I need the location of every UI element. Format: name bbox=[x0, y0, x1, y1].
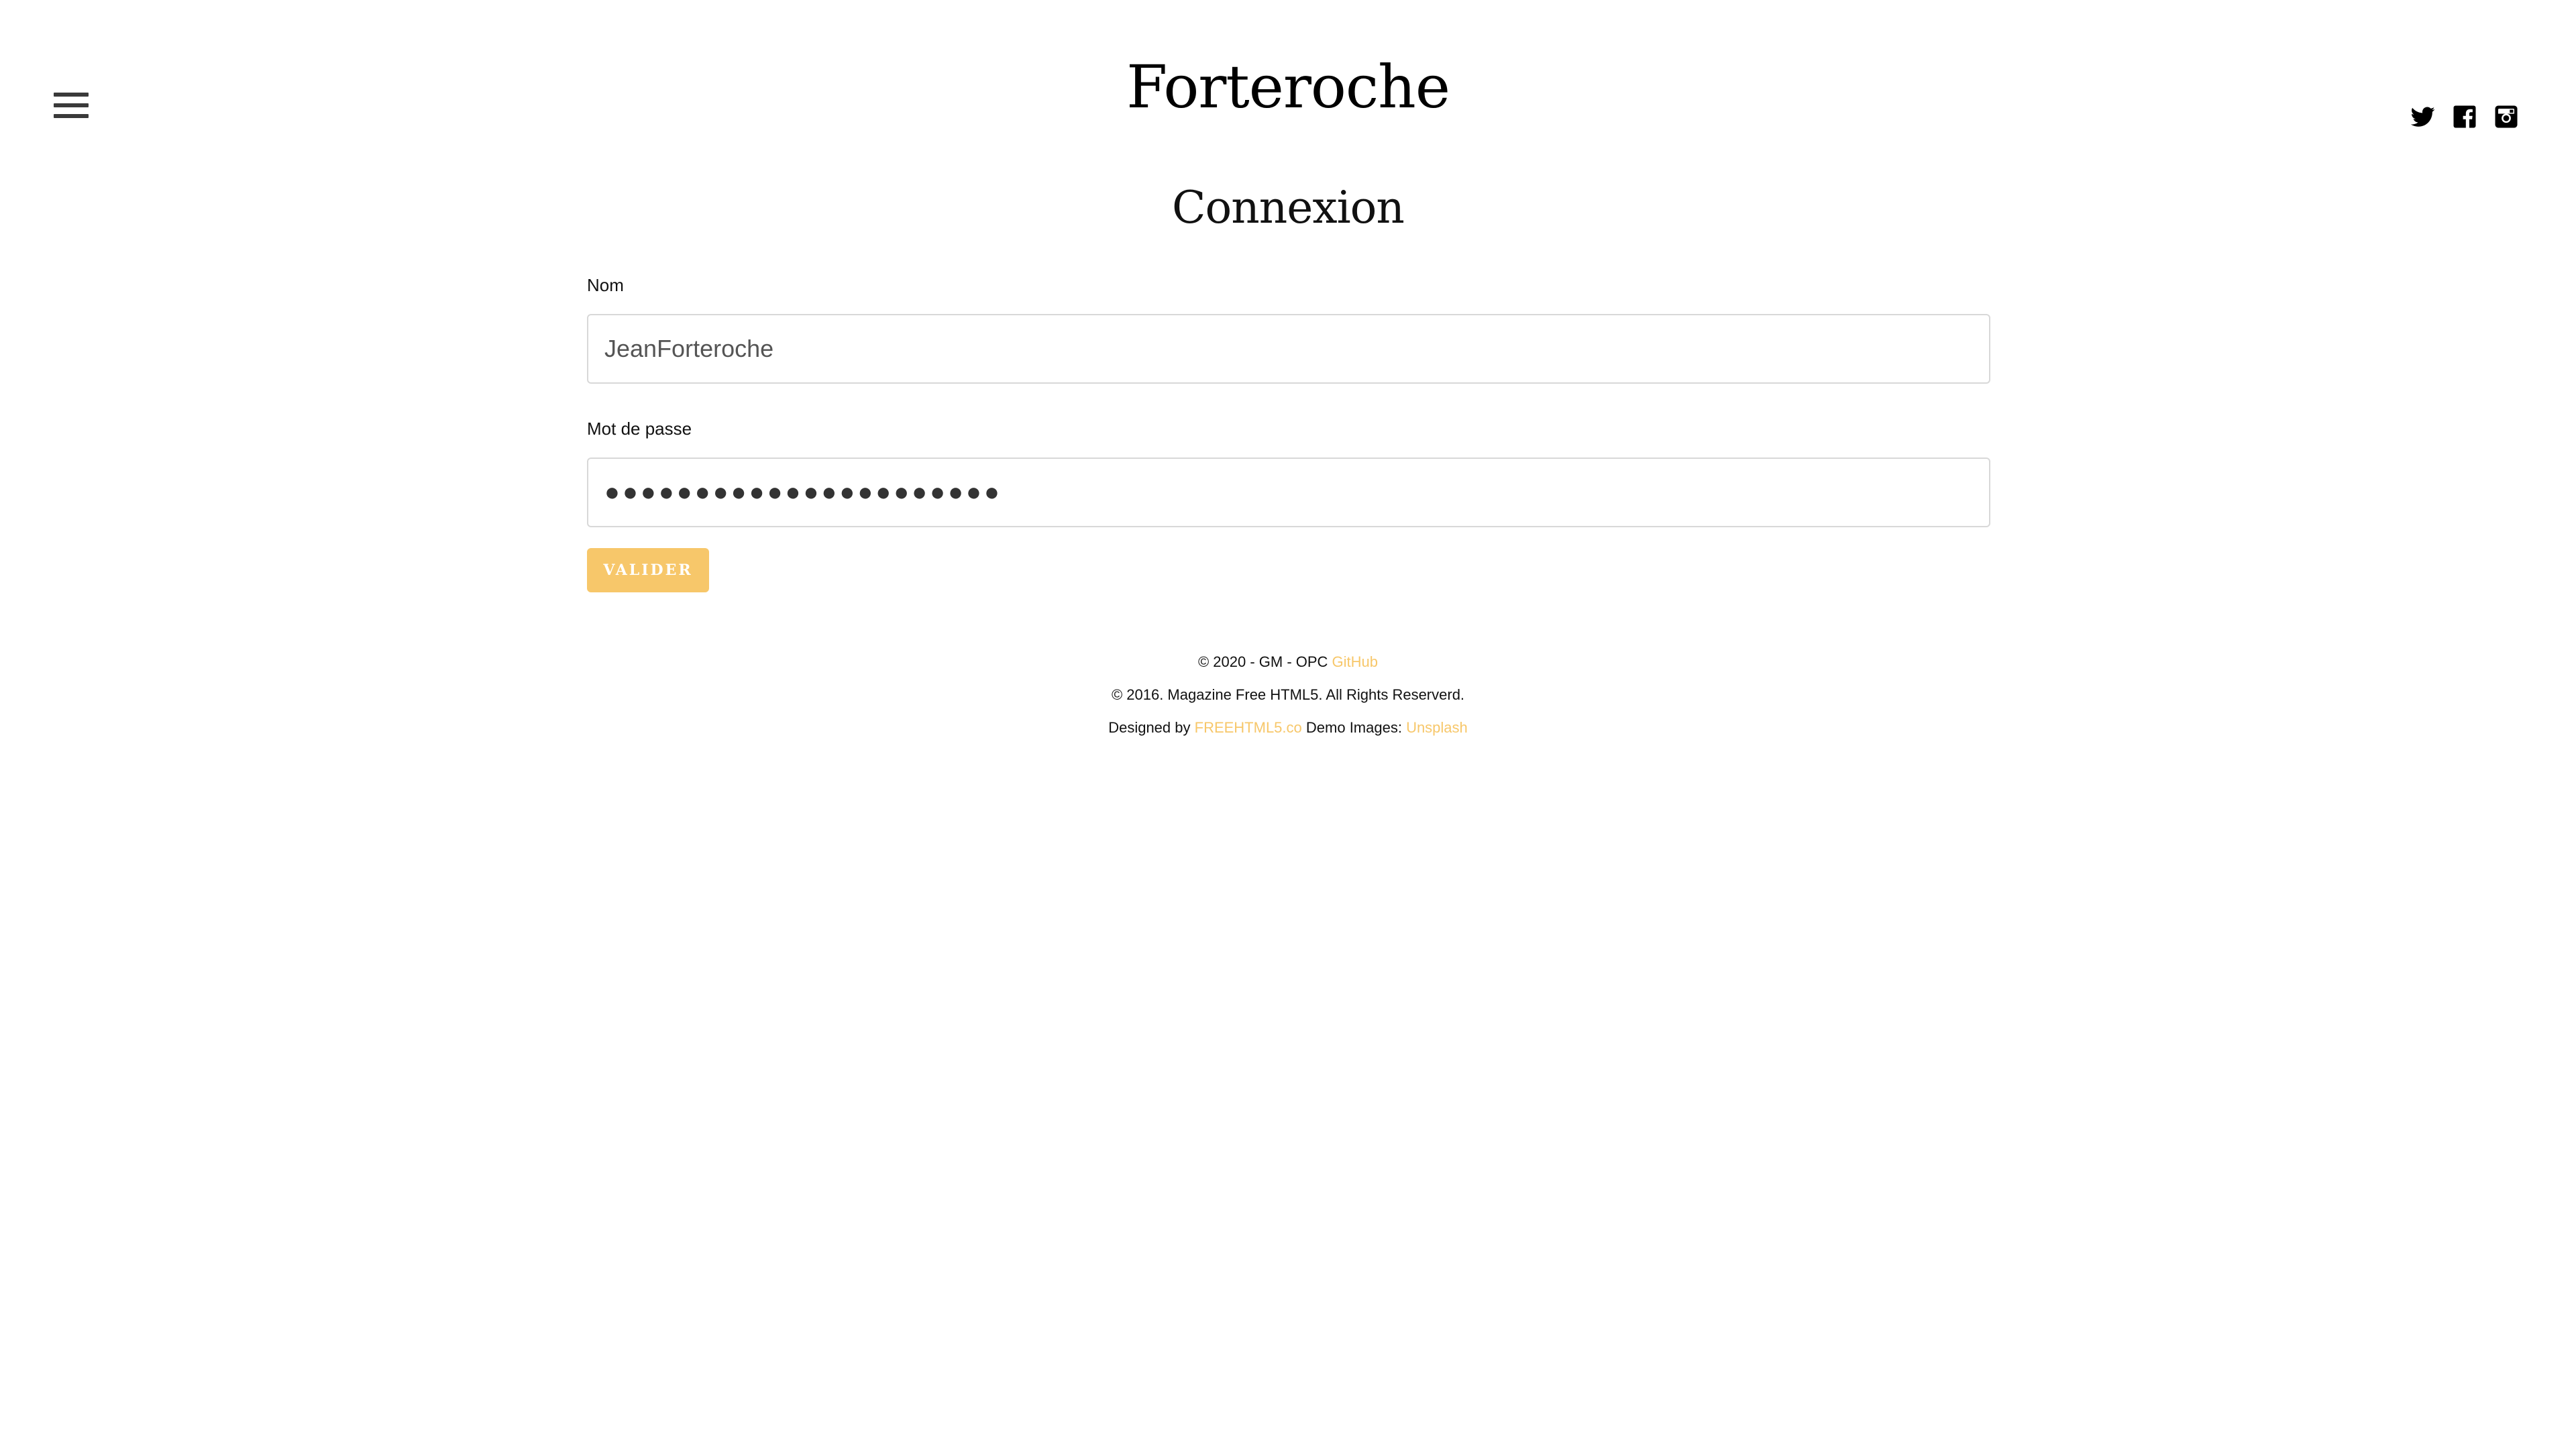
login-form: Nom Mot de passe VALIDER bbox=[587, 272, 1990, 592]
github-link[interactable]: GitHub bbox=[1332, 653, 1378, 670]
footer-line-credits: Designed by FREEHTML5.co Demo Images: Un… bbox=[0, 711, 2576, 744]
site-title[interactable]: Forteroche bbox=[0, 47, 2576, 127]
freehtml5-link[interactable]: FREEHTML5.co bbox=[1195, 719, 1302, 736]
footer-line-copyright: © 2020 - GM - OPC GitHub bbox=[0, 645, 2576, 678]
page-heading: Connexion bbox=[1172, 182, 1405, 233]
designed-by-text: Designed by bbox=[1108, 719, 1195, 736]
password-field-group: Mot de passe bbox=[587, 415, 1990, 527]
footer-line-template: © 2016. Magazine Free HTML5. All Rights … bbox=[1111, 686, 1465, 703]
social-links bbox=[2411, 105, 2518, 129]
demo-images-text: Demo Images: bbox=[1301, 719, 1407, 736]
page: Forteroche Connexion Nom JeanForteroche … bbox=[0, 0, 2576, 1449]
footer-copyright-text: © 2020 - GM - OPC bbox=[1197, 653, 1332, 670]
facebook-icon[interactable] bbox=[2453, 105, 2477, 129]
name-label: Nom bbox=[587, 275, 624, 295]
password-label: Mot de passe bbox=[587, 419, 692, 439]
password-input[interactable] bbox=[587, 458, 1990, 527]
twitter-icon[interactable] bbox=[2411, 105, 2435, 129]
name-field-group: Nom bbox=[587, 272, 1990, 384]
instagram-icon[interactable] bbox=[2494, 105, 2518, 129]
footer: © 2020 - GM - OPC GitHub © 2016. Magazin… bbox=[0, 645, 2576, 744]
submit-button[interactable]: VALIDER bbox=[587, 548, 709, 592]
name-input[interactable] bbox=[587, 314, 1990, 384]
unsplash-link[interactable]: Unsplash bbox=[1406, 719, 1468, 736]
